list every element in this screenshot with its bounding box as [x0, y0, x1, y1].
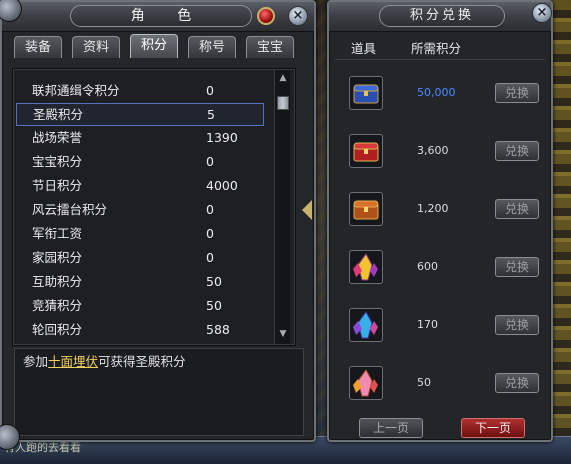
- points-label: 圣殿积分: [33, 107, 84, 122]
- yellow-crystal-icon[interactable]: [349, 250, 383, 284]
- points-row[interactable]: 节日积分 4000: [16, 175, 264, 198]
- points-row[interactable]: 家园积分 0: [16, 247, 264, 270]
- orange-chest-icon[interactable]: [349, 192, 383, 226]
- exchange-item-row: 1,200 兑换: [339, 182, 543, 240]
- tab-points[interactable]: 积分: [130, 34, 178, 58]
- points-label: 互助积分: [32, 274, 83, 289]
- tab-pet[interactable]: 宝宝: [246, 36, 294, 58]
- next-page-button[interactable]: 下一页: [461, 418, 525, 438]
- exchange-panel: 积分兑换 × 道具 所需积分 50,000 兑换 3,600 兑换 1,200 …: [327, 0, 553, 442]
- pink-crystal-icon[interactable]: [349, 366, 383, 400]
- scroll-down-icon[interactable]: ▼: [276, 328, 290, 340]
- column-item-header: 道具: [351, 41, 377, 56]
- exchange-button[interactable]: 兑换: [495, 373, 539, 393]
- points-value: 0: [206, 250, 214, 265]
- points-row[interactable]: 竞猜积分 50: [16, 295, 264, 318]
- points-label: 战场荣誉: [32, 130, 83, 145]
- exchange-item-row: 170 兑换: [339, 298, 543, 356]
- points-label: 风云擂台积分: [32, 202, 108, 217]
- corner-knot-icon: [0, 0, 22, 22]
- exchange-header: 道具 所需积分: [335, 38, 545, 60]
- exchange-panel-title: 积分兑换: [379, 5, 505, 27]
- points-row[interactable]: 轮回积分 588: [16, 319, 264, 342]
- column-cost-header: 所需积分: [411, 41, 462, 56]
- tab-equipment[interactable]: 装备: [14, 36, 62, 58]
- points-row[interactable]: 联邦通缉令积分 0: [16, 80, 264, 103]
- blue-chest-icon[interactable]: [349, 76, 383, 110]
- points-label: 节日积分: [32, 178, 83, 193]
- exchange-item-row: 600 兑换: [339, 240, 543, 298]
- exchange-button[interactable]: 兑换: [495, 83, 539, 103]
- scroll-thumb[interactable]: [277, 96, 289, 110]
- character-panel-title: 角 色: [70, 5, 252, 27]
- close-icon[interactable]: ×: [288, 6, 308, 26]
- points-value: 1390: [206, 130, 238, 145]
- points-label: 轮回积分: [32, 322, 83, 337]
- item-cost: 50: [417, 376, 431, 389]
- item-cost: 3,600: [417, 144, 449, 157]
- expand-arrow-icon[interactable]: [302, 200, 312, 220]
- points-value: 0: [206, 83, 214, 98]
- points-row[interactable]: 战场荣誉 1390: [16, 127, 264, 150]
- points-row[interactable]: 宝宝积分 0: [16, 151, 264, 174]
- points-value: 50: [206, 298, 222, 313]
- item-cost: 600: [417, 260, 438, 273]
- item-cost: 1,200: [417, 202, 449, 215]
- points-value: 4000: [206, 178, 238, 193]
- points-description: 参加十面埋伏可获得圣殿积分: [14, 348, 304, 436]
- points-label: 竞猜积分: [32, 298, 83, 313]
- activity-link[interactable]: 十面埋伏: [48, 354, 98, 369]
- close-icon[interactable]: ×: [532, 3, 552, 23]
- exchange-item-row: 50,000 兑换: [339, 66, 543, 124]
- points-value: 5: [207, 107, 215, 122]
- points-row[interactable]: 互助积分 50: [16, 271, 264, 294]
- points-label: 联邦通缉令积分: [32, 83, 120, 98]
- exchange-button[interactable]: 兑换: [495, 315, 539, 335]
- tab-titles[interactable]: 称号: [188, 36, 236, 58]
- points-scrollbar[interactable]: ▲ ▼: [274, 70, 290, 344]
- scroll-up-icon[interactable]: ▲: [276, 72, 290, 84]
- exchange-button[interactable]: 兑换: [495, 141, 539, 161]
- points-label: 家园积分: [32, 250, 83, 265]
- description-prefix: 参加: [23, 354, 49, 369]
- prev-page-button[interactable]: 上一页: [359, 418, 423, 438]
- tab-profile[interactable]: 资料: [72, 36, 120, 58]
- points-value: 588: [206, 322, 230, 337]
- points-label: 宝宝积分: [32, 154, 83, 169]
- item-cost: 170: [417, 318, 438, 331]
- character-panel: 角 色 × 装备 资料 积分 称号 宝宝 联邦通缉令积分 0 圣殿积分 5 战场…: [0, 0, 316, 450]
- item-cost: 50,000: [417, 86, 456, 99]
- blue-crystal-icon[interactable]: [349, 308, 383, 342]
- character-title-bar[interactable]: 角 色 ×: [0, 0, 314, 32]
- points-row[interactable]: 风云擂台积分 0: [16, 199, 264, 222]
- points-label: 军衔工资: [32, 226, 83, 241]
- points-value: 0: [206, 226, 214, 241]
- exchange-item-row: 50 兑换: [339, 356, 543, 414]
- description-suffix: 可获得圣殿积分: [98, 354, 186, 369]
- exchange-item-row: 3,600 兑换: [339, 124, 543, 182]
- points-value: 0: [206, 202, 214, 217]
- gem-icon[interactable]: [257, 7, 275, 25]
- exchange-button[interactable]: 兑换: [495, 257, 539, 277]
- exchange-button[interactable]: 兑换: [495, 199, 539, 219]
- background-strip: [551, 0, 571, 464]
- exchange-title-bar[interactable]: 积分兑换 ×: [329, 2, 552, 32]
- points-row[interactable]: 军衔工资 0: [16, 223, 264, 246]
- points-row-selected[interactable]: 圣殿积分 5: [16, 103, 264, 126]
- points-value: 0: [206, 154, 214, 169]
- points-value: 50: [206, 274, 222, 289]
- red-chest-icon[interactable]: [349, 134, 383, 168]
